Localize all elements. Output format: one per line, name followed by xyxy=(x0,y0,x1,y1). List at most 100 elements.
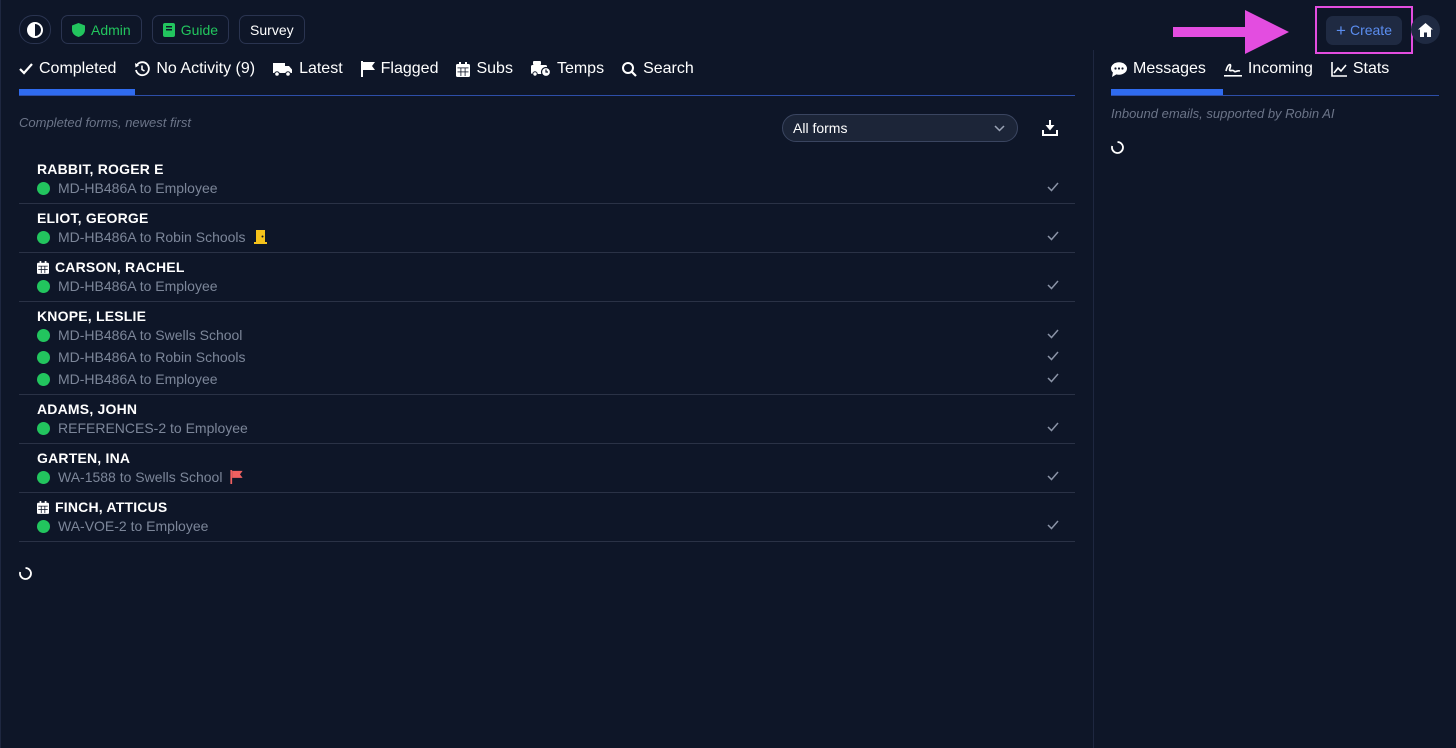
tab-label: Stats xyxy=(1352,60,1390,77)
app-frame: Admin Guide Survey + Create Completed No… xyxy=(0,0,1456,748)
theme-toggle-button[interactable] xyxy=(19,15,51,44)
active-right-tab-indicator xyxy=(1111,89,1223,95)
tab-label: Incoming xyxy=(1247,60,1313,77)
tab-subs[interactable]: Subs xyxy=(456,58,513,80)
chevron-down-icon xyxy=(994,124,1005,132)
form-row[interactable]: REFERENCES-2 to Employee xyxy=(19,417,1075,439)
form-row[interactable]: MD-HB486A to Robin Schools xyxy=(19,226,1075,248)
employee-name[interactable]: CARSON, RACHEL xyxy=(19,259,1075,275)
employee-name-text: RABBIT, ROGER E xyxy=(37,161,164,177)
calendar-icon xyxy=(37,500,49,514)
flag-icon xyxy=(360,61,375,77)
tab-label: Subs xyxy=(476,60,513,77)
completed-forms-list: RABBIT, ROGER E MD-HB486A to Employee ELIO… xyxy=(19,155,1075,542)
guide-button[interactable]: Guide xyxy=(151,15,230,44)
employee-name-text: KNOPE, LESLIE xyxy=(37,308,147,324)
truck-clock-icon xyxy=(530,61,551,77)
create-button[interactable]: + Create xyxy=(1326,15,1402,45)
employee-name-text: ADAMS, JOHN xyxy=(37,401,138,417)
tab-completed[interactable]: Completed xyxy=(19,58,116,80)
completed-check-icon xyxy=(1047,373,1059,383)
truck-icon xyxy=(273,62,293,77)
tab-label: Flagged xyxy=(380,60,439,77)
calendar-icon xyxy=(37,260,49,274)
employee-name[interactable]: ADAMS, JOHN xyxy=(19,401,1075,417)
create-label: Create xyxy=(1349,22,1392,38)
create-highlight-box: + Create xyxy=(1315,6,1413,54)
form-row[interactable]: MD-HB486A to Employee xyxy=(19,275,1075,297)
active-tab-indicator xyxy=(19,89,135,95)
tab-no-activity[interactable]: No Activity (9) xyxy=(134,58,255,80)
form-row[interactable]: MD-HB486A to Employee xyxy=(19,177,1075,199)
employee-name-text: ELIOT, GEORGE xyxy=(37,210,149,226)
form-row[interactable]: WA-VOE-2 to Employee xyxy=(19,515,1075,537)
employee-group: ELIOT, GEORGE MD-HB486A to Robin Schools xyxy=(19,204,1075,253)
form-row[interactable]: MD-HB486A to Robin Schools xyxy=(19,346,1075,368)
status-dot xyxy=(37,519,50,533)
tab-label: Latest xyxy=(299,60,343,77)
employee-group: GARTEN, INA WA-1588 to Swells School xyxy=(19,444,1075,493)
right-subtitle: Inbound emails, supported by Robin AI xyxy=(1111,106,1335,121)
tab-stats[interactable]: Stats xyxy=(1331,58,1389,80)
tab-latest[interactable]: Latest xyxy=(273,58,343,80)
flag-badge-icon xyxy=(230,470,244,484)
form-row-text: WA-1588 to Swells School xyxy=(58,469,223,485)
form-filter-value: All forms xyxy=(793,120,848,136)
home-icon xyxy=(1418,22,1433,37)
employee-name[interactable]: ELIOT, GEORGE xyxy=(19,210,1075,226)
employee-name[interactable]: FINCH, ATTICUS xyxy=(19,499,1075,515)
status-dot xyxy=(37,328,50,342)
tab-label: Search xyxy=(643,60,694,77)
survey-label: Survey xyxy=(250,21,294,38)
employee-group: KNOPE, LESLIE MD-HB486A to Swells School M… xyxy=(19,302,1075,395)
history-icon xyxy=(135,61,151,77)
form-row-text: WA-VOE-2 to Employee xyxy=(58,518,209,534)
form-row-text: MD-HB486A to Employee xyxy=(58,278,218,294)
tab-label: No Activity (9) xyxy=(156,60,256,77)
employee-name-text: GARTEN, INA xyxy=(37,450,131,466)
home-button[interactable] xyxy=(1411,15,1440,44)
form-row[interactable]: MD-HB486A to Swells School xyxy=(19,324,1075,346)
form-row-text: REFERENCES-2 to Employee xyxy=(58,420,248,436)
employee-name[interactable]: GARTEN, INA xyxy=(19,450,1075,466)
status-dot xyxy=(37,230,50,244)
tab-messages[interactable]: Messages xyxy=(1111,58,1206,80)
employee-group: RABBIT, ROGER E MD-HB486A to Employee xyxy=(19,155,1075,204)
check-icon xyxy=(19,63,33,75)
guide-label: Guide xyxy=(180,21,219,38)
form-row-text: MD-HB486A to Robin Schools xyxy=(58,229,246,245)
tab-incoming[interactable]: Incoming xyxy=(1223,58,1313,80)
form-row[interactable]: WA-1588 to Swells School xyxy=(19,466,1075,488)
tab-temps[interactable]: Temps xyxy=(530,58,604,80)
form-row-text: MD-HB486A to Swells School xyxy=(58,327,243,343)
survey-button[interactable]: Survey xyxy=(239,15,305,44)
form-filter-select[interactable]: All forms xyxy=(782,114,1018,142)
door-badge-icon xyxy=(253,230,267,244)
completed-check-icon xyxy=(1047,422,1059,432)
chat-icon xyxy=(1111,61,1127,77)
messages-loading-spinner-icon xyxy=(1111,141,1124,154)
left-subtitle: Completed forms, newest first xyxy=(19,115,191,130)
book-icon xyxy=(162,22,175,37)
form-row-text: MD-HB486A to Robin Schools xyxy=(58,349,246,365)
plus-icon: + xyxy=(1336,20,1346,40)
admin-button[interactable]: Admin xyxy=(61,15,142,44)
calendar-icon xyxy=(456,61,471,77)
completed-check-icon xyxy=(1047,280,1059,290)
employee-name[interactable]: RABBIT, ROGER E xyxy=(19,161,1075,177)
tab-flagged[interactable]: Flagged xyxy=(360,58,439,80)
download-icon[interactable] xyxy=(1042,120,1058,136)
status-dot xyxy=(37,350,50,364)
shield-icon xyxy=(72,22,85,37)
employee-name[interactable]: KNOPE, LESLIE xyxy=(19,308,1075,324)
form-row-text: MD-HB486A to Employee xyxy=(58,180,218,196)
employee-group: ADAMS, JOHN REFERENCES-2 to Employee xyxy=(19,395,1075,444)
signature-icon xyxy=(1223,63,1242,77)
status-dot xyxy=(37,470,50,484)
employee-name-text: CARSON, RACHEL xyxy=(55,259,185,275)
tab-search[interactable]: Search xyxy=(622,58,694,80)
completed-check-icon xyxy=(1047,329,1059,339)
form-row[interactable]: MD-HB486A to Employee xyxy=(19,368,1075,390)
employee-name-text: FINCH, ATTICUS xyxy=(55,499,168,515)
contrast-icon xyxy=(27,21,43,38)
